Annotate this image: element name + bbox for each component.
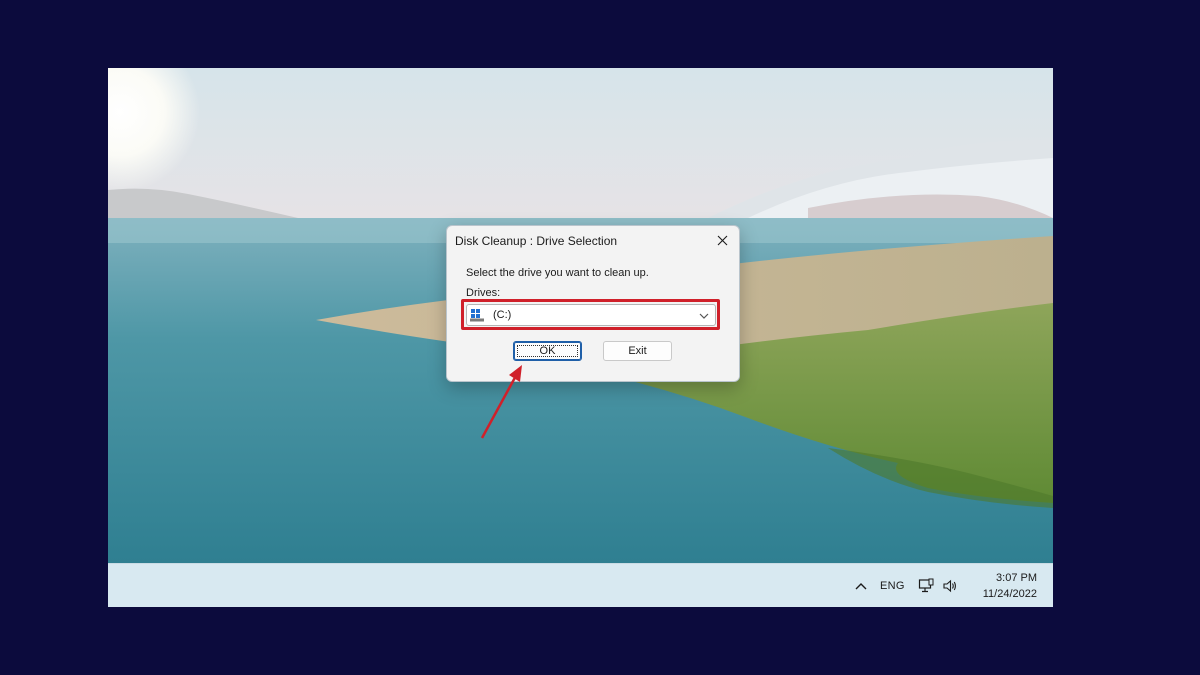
ok-button[interactable]: OK <box>513 341 582 361</box>
close-button[interactable] <box>705 226 739 254</box>
exit-button[interactable]: Exit <box>603 341 672 361</box>
drives-label: Drives: <box>466 287 501 299</box>
speaker-icon[interactable] <box>941 577 959 595</box>
system-tray: ENG 3:07 PM 11/24/2022 <box>850 564 1037 607</box>
annotation-arrow-icon <box>480 365 522 439</box>
network-icon[interactable] <box>917 577 935 595</box>
dialog-prompt: Select the drive you want to clean up. <box>466 267 649 279</box>
selected-drive-text: (C:) <box>493 309 512 321</box>
chevron-down-icon[interactable] <box>698 310 710 322</box>
dialog-title: Disk Cleanup : Drive Selection <box>455 234 618 248</box>
close-icon <box>717 235 727 245</box>
drive-select[interactable]: (C:) <box>466 304 716 326</box>
clock-time: 3:07 PM <box>996 572 1037 584</box>
windows-drive-icon <box>470 309 484 322</box>
exit-button-label: Exit <box>628 345 647 357</box>
taskbar: ENG 3:07 PM 11/24/2022 <box>108 563 1053 607</box>
chevron-up-icon[interactable] <box>850 575 872 597</box>
ok-focus-ring <box>517 345 578 357</box>
language-indicator[interactable]: ENG <box>880 580 905 592</box>
disk-cleanup-dialog: Disk Cleanup : Drive Selection Select th… <box>446 225 740 382</box>
clock-date: 11/24/2022 <box>982 588 1037 600</box>
clock[interactable]: 3:07 PM 11/24/2022 <box>983 570 1037 602</box>
